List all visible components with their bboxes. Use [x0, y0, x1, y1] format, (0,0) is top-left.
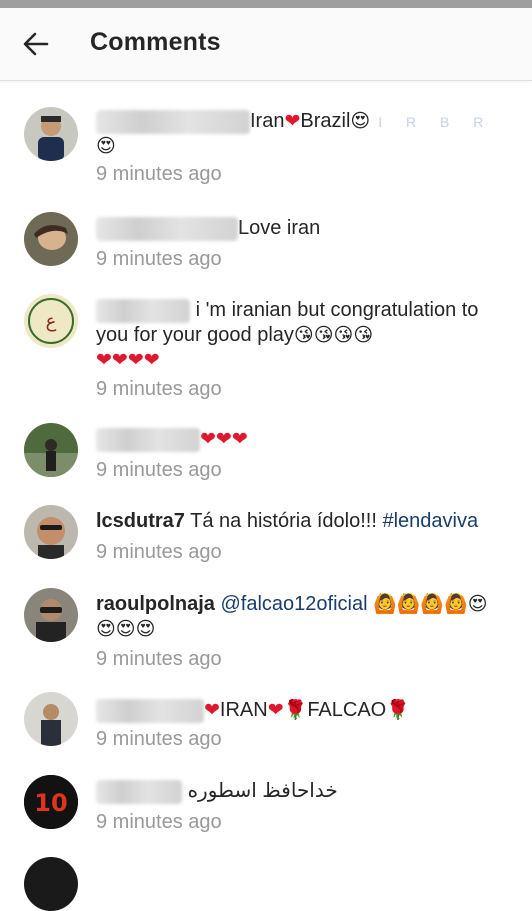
- kiss-emojis: 😘😘😘😘: [293, 324, 374, 346]
- username-blurred[interactable]: [96, 427, 200, 452]
- avatar-logo-text: 10: [34, 789, 67, 817]
- app-header: Comments: [0, 8, 532, 81]
- comment-timestamp[interactable]: 9 minutes ago: [96, 648, 222, 671]
- heart-emoji: ❤: [204, 700, 220, 721]
- comment-body: خداحافظ اسطوره: [96, 779, 504, 804]
- heart-eyes-emoji: 😍: [350, 111, 371, 132]
- username-blurred[interactable]: [96, 779, 182, 804]
- status-bar: [0, 0, 532, 8]
- comment-text-2: FALCAO: [307, 699, 387, 721]
- rose-emoji-2: 🌹: [386, 700, 410, 721]
- heart-emojis: ❤❤❤: [200, 429, 248, 450]
- faint-letters: I R B R: [378, 114, 494, 130]
- page-title: Comments: [90, 28, 221, 56]
- heart-emoji: ❤: [284, 111, 301, 132]
- comment-text: Iran: [250, 110, 285, 132]
- comment-body: Iran❤Brazil😍 I R B R 😍: [96, 109, 504, 159]
- svg-text:ع: ع: [46, 311, 57, 332]
- heart-emoji-2: ❤: [267, 700, 284, 721]
- avatar[interactable]: [24, 505, 78, 559]
- comment-body: lcsdutra7 Tá na história ídolo!!! #lenda…: [96, 509, 504, 533]
- comment-text: خداحافظ اسطوره: [187, 780, 338, 802]
- comment-body: ❤IRAN❤🌹FALCAO🌹: [96, 698, 504, 723]
- avatar[interactable]: [24, 692, 78, 746]
- comment-text-2: Brazil: [300, 110, 351, 132]
- comment-timestamp[interactable]: 9 minutes ago: [96, 163, 222, 186]
- heart-eyes-emoji-2: 😍: [96, 136, 116, 157]
- comment-body: i 'm iranian but congratulation to you f…: [96, 298, 504, 373]
- comment-timestamp[interactable]: 9 minutes ago: [96, 378, 222, 401]
- hashtag-link[interactable]: #lendaviva: [382, 510, 478, 532]
- rose-emoji: 🌹: [283, 700, 308, 721]
- comment-text: IRAN: [219, 699, 268, 721]
- avatar[interactable]: [24, 107, 78, 161]
- avatar[interactable]: [24, 588, 78, 642]
- comment-text: Love iran: [238, 217, 321, 239]
- back-button[interactable]: [14, 22, 58, 66]
- heart-emojis: ❤❤❤❤: [96, 349, 160, 371]
- avatar[interactable]: 10: [24, 775, 78, 829]
- username-blurred[interactable]: [96, 109, 250, 134]
- avatar[interactable]: ع: [24, 294, 78, 348]
- avatar[interactable]: [24, 857, 78, 911]
- comment-timestamp[interactable]: 9 minutes ago: [96, 728, 222, 751]
- username-blurred[interactable]: [96, 298, 190, 323]
- comment-body: ❤❤❤: [96, 427, 504, 452]
- comment-timestamp[interactable]: 9 minutes ago: [96, 811, 222, 834]
- comment-body: Love iran: [96, 216, 504, 241]
- mention-link[interactable]: @falcao12oficial: [220, 593, 367, 615]
- comment-body: raoulpolnaja @falcao12oficial 🙆🙆🙆🙆😍😍😍😍: [96, 592, 504, 642]
- username-blurred[interactable]: [96, 698, 204, 723]
- avatar[interactable]: [24, 423, 78, 477]
- username[interactable]: raoulpolnaja: [96, 593, 215, 615]
- username[interactable]: lcsdutra7: [96, 510, 185, 532]
- avatar[interactable]: [24, 212, 78, 266]
- comment-timestamp[interactable]: 9 minutes ago: [96, 541, 222, 564]
- arrow-left-icon: [23, 32, 49, 56]
- username-blurred[interactable]: [96, 216, 238, 241]
- comment-timestamp[interactable]: 9 minutes ago: [96, 459, 222, 482]
- comment-timestamp[interactable]: 9 minutes ago: [96, 248, 222, 271]
- comment-text: Tá na história ídolo!!!: [190, 510, 377, 532]
